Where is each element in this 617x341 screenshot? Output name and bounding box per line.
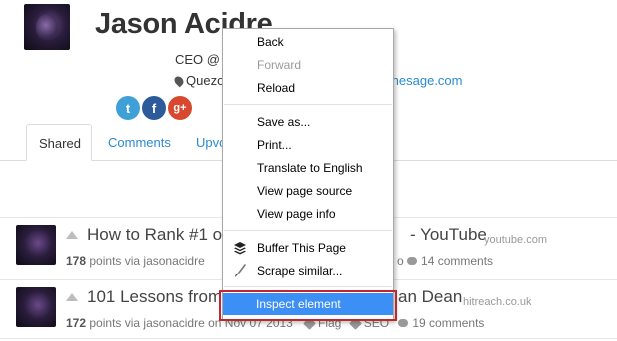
post-comments-link[interactable]: 19 comments <box>412 316 484 330</box>
menu-item-forward: Forward <box>257 58 302 72</box>
menu-item-scrape-label: Scrape similar... <box>257 264 343 278</box>
post-meta-tail: o 14 comments <box>397 254 493 268</box>
feed-divider <box>0 338 617 339</box>
comment-icon <box>398 319 409 327</box>
post-title-right[interactable]: an Dean <box>398 287 462 307</box>
post-title-right[interactable]: - YouTube <box>410 225 487 245</box>
post-domain[interactable]: youtube.com <box>484 234 547 246</box>
post-points: 178 <box>66 254 87 268</box>
menu-item-print[interactable]: Print... <box>224 134 392 156</box>
comment-icon <box>407 257 418 265</box>
buffer-icon <box>234 242 246 255</box>
post-comments-link[interactable]: 14 comments <box>421 254 493 268</box>
post-meta-text: points via jasonacidre <box>89 254 205 268</box>
facebook-icon[interactable]: f <box>142 96 166 120</box>
profile-location: Quezo <box>172 73 225 88</box>
upvote-arrow-icon[interactable] <box>66 293 78 301</box>
location-text: Quezo <box>186 73 225 88</box>
profile-avatar[interactable] <box>24 4 70 50</box>
menu-separator <box>224 104 392 105</box>
menu-item-view-page-info[interactable]: View page info <box>224 203 392 225</box>
tab-shared[interactable]: Shared <box>26 124 92 161</box>
role-prefix: CEO @ <box>175 52 224 67</box>
upvote-arrow-icon[interactable] <box>66 231 78 239</box>
menu-separator <box>224 230 392 231</box>
post-title-left[interactable]: 101 Lessons from <box>87 287 222 307</box>
post-avatar[interactable] <box>16 287 56 327</box>
post-title-left[interactable]: How to Rank #1 on <box>87 225 232 245</box>
post-domain[interactable]: hitreach.co.uk <box>463 296 531 308</box>
context-menu: Back Forward Reload Save as... Print... … <box>222 28 394 321</box>
menu-item-reload[interactable]: Reload <box>224 77 392 99</box>
location-pin-icon <box>172 74 186 88</box>
post-meta: 178 points via jasonacidre <box>66 254 205 268</box>
menu-item-save-as[interactable]: Save as... <box>224 111 392 133</box>
post-avatar[interactable] <box>16 225 56 265</box>
menu-item-scrape-similar[interactable]: Scrape similar... <box>224 260 392 282</box>
annotation-highlight-box <box>219 290 397 321</box>
tab-comments[interactable]: Comments <box>96 124 183 161</box>
menu-item-view-source[interactable]: View page source <box>224 180 392 202</box>
menu-item-buffer[interactable]: Buffer This Page <box>224 237 392 259</box>
menu-item-translate[interactable]: Translate to English <box>224 157 392 179</box>
scraper-icon <box>235 264 246 277</box>
twitter-icon[interactable]: t <box>116 96 140 120</box>
post-points: 172 <box>66 316 87 330</box>
google-plus-icon[interactable]: g+ <box>168 96 192 120</box>
menu-item-buffer-label: Buffer This Page <box>257 241 346 255</box>
menu-item-back[interactable]: Back <box>224 31 392 53</box>
menu-separator <box>224 286 392 287</box>
post-meta-tail-text: o <box>397 254 404 268</box>
